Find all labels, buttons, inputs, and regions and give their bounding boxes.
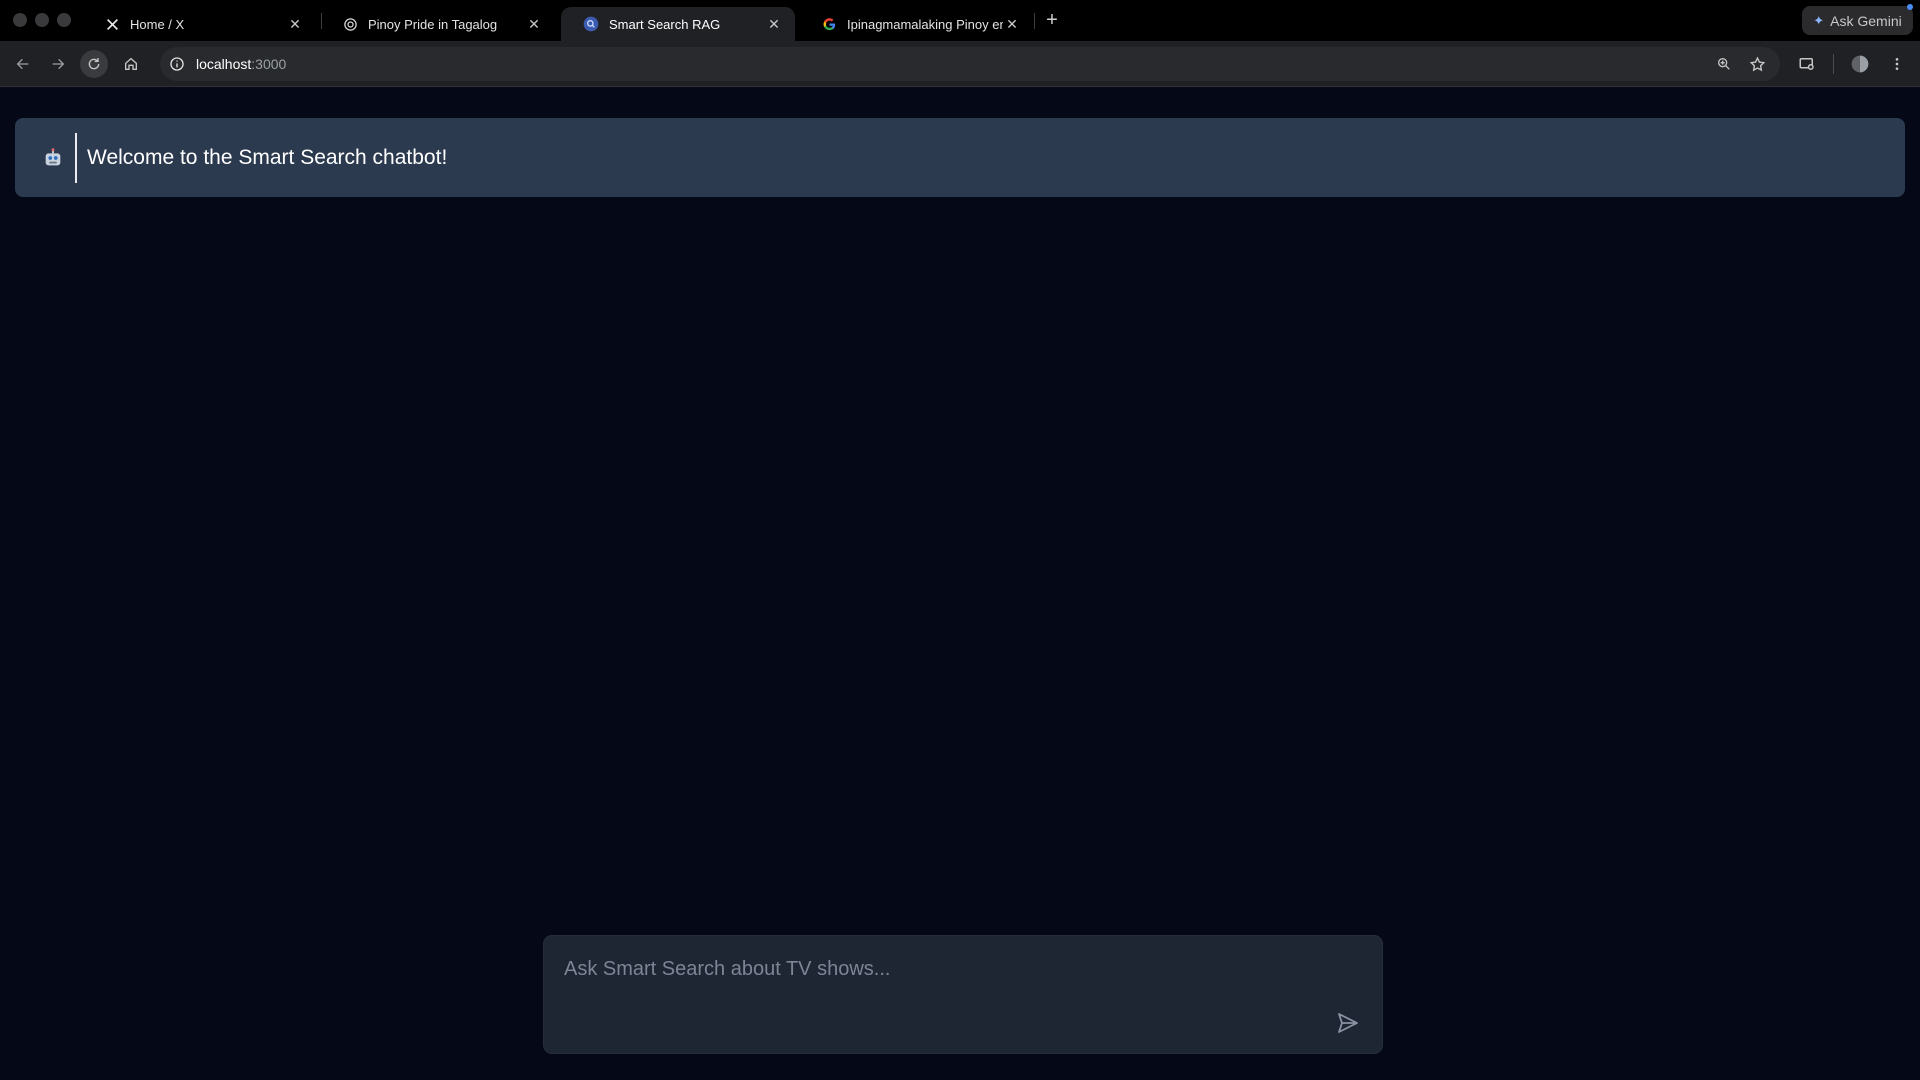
browser-toolbar: localhost:3000 [0, 41, 1920, 87]
tab-title: Home / X [130, 16, 185, 32]
url-port: :3000 [251, 56, 287, 72]
ask-gemini-label: Ask Gemini [1830, 12, 1902, 29]
tab-smart-search-rag[interactable]: Smart Search RAG ✕ [561, 7, 795, 41]
ask-gemini-button[interactable]: ✦ Ask Gemini [1802, 6, 1913, 35]
message-divider [75, 132, 77, 183]
chat-page: Welcome to the Smart Search chatbot! [0, 88, 1920, 1080]
window-close-control[interactable] [13, 13, 27, 27]
new-tab-button[interactable]: + [1043, 8, 1061, 32]
welcome-message-card: Welcome to the Smart Search chatbot! [15, 118, 1905, 197]
tab-close-icon[interactable]: ✕ [525, 16, 543, 33]
notification-dot [1907, 4, 1913, 10]
profile-avatar-icon[interactable] [1850, 54, 1870, 74]
tab-close-icon[interactable]: ✕ [286, 16, 304, 33]
zoom-icon[interactable] [1711, 47, 1737, 81]
reload-icon [88, 58, 100, 70]
url-host: localhost [196, 56, 252, 72]
browser-tab-strip: Home / X ✕ Pinoy Pride in Tagalog ✕ Smar… [0, 0, 1920, 41]
tab-title: Ipinagmamalaking Pinoy engl [847, 16, 1003, 32]
toolbar-separator [1833, 54, 1834, 74]
google-icon [821, 16, 837, 32]
address-bar[interactable]: localhost:3000 [160, 47, 1780, 81]
send-button[interactable] [1331, 1006, 1365, 1040]
gemini-sparkle-icon: ✦ [1813, 12, 1825, 28]
tab-google-search[interactable]: Ipinagmamalaking Pinoy engl ✕ [799, 7, 1033, 41]
home-button[interactable] [117, 50, 145, 78]
tab-pinoy-pride[interactable]: Pinoy Pride in Tagalog ✕ [320, 7, 555, 41]
site-info-icon[interactable] [166, 53, 188, 75]
smart-search-favicon [583, 16, 599, 32]
tab-search-icon[interactable] [1797, 54, 1817, 74]
tab-separator [1034, 13, 1035, 29]
x-logo-icon [104, 16, 120, 32]
chat-input[interactable] [562, 956, 1352, 1016]
chatgpt-icon [342, 16, 358, 32]
robot-icon [41, 146, 65, 170]
welcome-message-text: Welcome to the Smart Search chatbot! [87, 145, 448, 169]
chat-composer [543, 935, 1383, 1054]
send-icon [1338, 1013, 1358, 1033]
back-button[interactable] [9, 50, 37, 78]
tab-title: Pinoy Pride in Tagalog [368, 16, 498, 32]
tab-close-icon[interactable]: ✕ [1003, 16, 1021, 33]
reload-button[interactable] [80, 50, 108, 78]
forward-button[interactable] [44, 50, 72, 78]
more-menu-icon[interactable] [1887, 54, 1907, 74]
arrow-left-icon [16, 58, 29, 70]
window-zoom-control[interactable] [57, 13, 71, 27]
url-text: localhost:3000 [196, 56, 286, 72]
tab-close-icon[interactable]: ✕ [765, 16, 783, 33]
window-minimize-control[interactable] [35, 13, 49, 27]
arrow-right-icon [52, 58, 65, 70]
bookmark-star-icon[interactable] [1744, 47, 1770, 81]
tab-title: Smart Search RAG [609, 16, 721, 32]
home-icon [125, 57, 137, 70]
tab-home-x[interactable]: Home / X ✕ [82, 7, 316, 41]
